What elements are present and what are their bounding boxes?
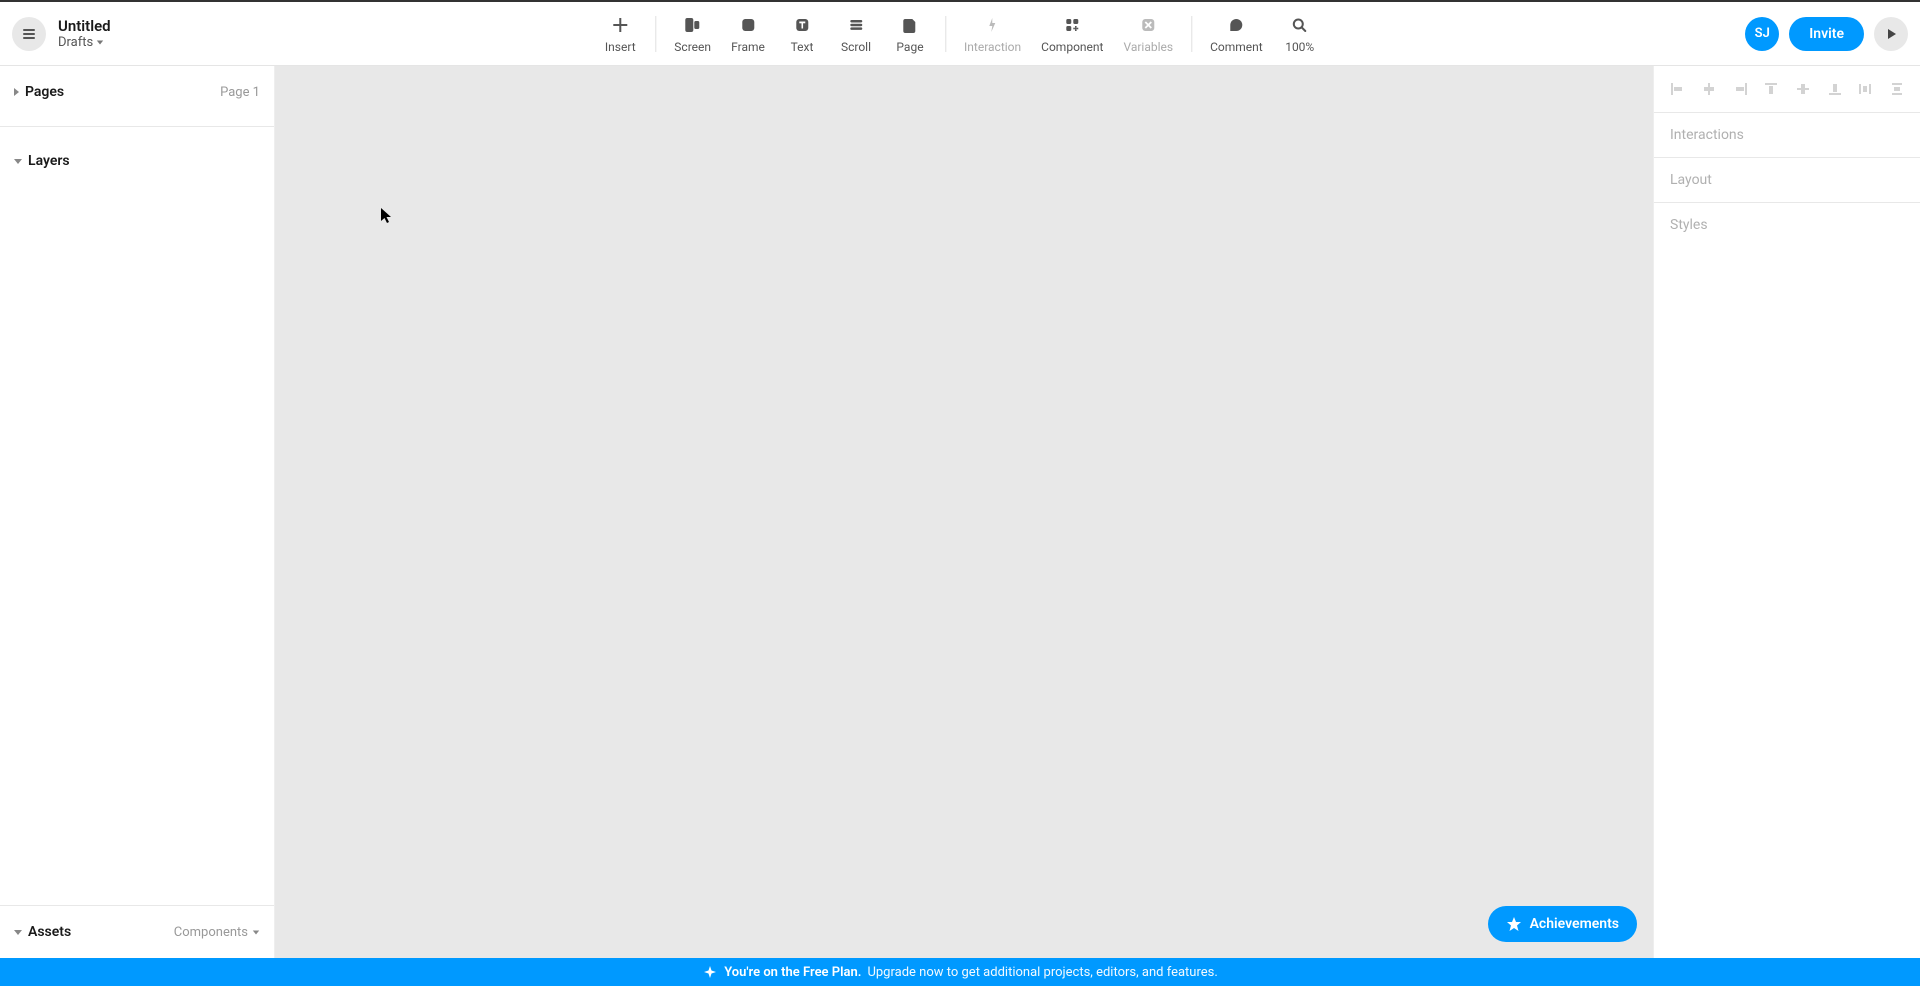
styles-section[interactable]: Styles — [1654, 203, 1920, 247]
divider — [655, 16, 656, 52]
search-icon — [1292, 17, 1308, 33]
page-label: Page — [896, 40, 923, 54]
variables-tool[interactable]: Variables — [1113, 14, 1183, 54]
layout-section[interactable]: Layout — [1654, 158, 1920, 203]
align-v-center-button[interactable] — [1794, 80, 1812, 98]
cursor-icon — [380, 207, 394, 225]
interaction-label: Interaction — [964, 40, 1021, 54]
interactions-section[interactable]: Interactions — [1654, 113, 1920, 158]
insert-tool[interactable]: Insert — [593, 14, 647, 54]
screen-icon — [684, 16, 702, 34]
distribute-v-icon — [1889, 81, 1905, 97]
chevron-right-icon — [14, 88, 19, 96]
align-top-icon — [1763, 81, 1779, 97]
comment-icon — [1228, 17, 1244, 33]
page-tool[interactable]: Page — [883, 14, 937, 54]
frame-label: Frame — [731, 40, 765, 54]
component-label: Component — [1041, 40, 1103, 54]
component-icon — [1064, 17, 1080, 33]
location-dropdown[interactable]: Drafts — [58, 35, 111, 50]
menu-button[interactable] — [12, 17, 46, 51]
banner-bold-text: You're on the Free Plan. — [724, 965, 861, 980]
zoom-label: 100% — [1285, 40, 1314, 54]
text-label: Text — [791, 40, 814, 54]
zoom-tool[interactable]: 100% — [1273, 14, 1327, 54]
assets-dropdown-label: Components — [174, 925, 248, 940]
align-right-icon — [1733, 81, 1749, 97]
main-toolbar: Untitled Drafts Insert — [0, 2, 1920, 66]
screen-tool[interactable]: Screen — [664, 14, 721, 54]
banner-text: Upgrade now to get additional projects, … — [867, 965, 1217, 980]
scroll-tool[interactable]: Scroll — [829, 14, 883, 54]
user-avatar[interactable]: SJ — [1745, 17, 1779, 51]
align-h-center-icon — [1701, 81, 1717, 97]
current-page: Page 1 — [220, 85, 260, 100]
scroll-label: Scroll — [841, 40, 871, 54]
upgrade-banner[interactable]: You're on the Free Plan. Upgrade now to … — [0, 958, 1920, 986]
invite-button[interactable]: Invite — [1789, 17, 1864, 51]
layers-title: Layers — [28, 153, 70, 169]
align-top-button[interactable] — [1762, 80, 1780, 98]
hamburger-icon — [21, 26, 37, 42]
achievements-label: Achievements — [1530, 916, 1619, 932]
comment-tool[interactable]: Comment — [1200, 14, 1273, 54]
variables-label: Variables — [1123, 40, 1173, 54]
chevron-down-icon — [97, 41, 103, 45]
frame-icon — [740, 17, 756, 33]
variables-icon — [1140, 17, 1156, 33]
assets-dropdown[interactable]: Components — [174, 925, 260, 940]
align-bottom-icon — [1827, 81, 1843, 97]
star-icon — [1506, 916, 1522, 932]
assets-title: Assets — [28, 924, 71, 940]
align-bottom-button[interactable] — [1826, 80, 1844, 98]
sparkle-icon — [702, 964, 718, 980]
align-v-center-icon — [1795, 81, 1811, 97]
page-icon — [902, 17, 918, 33]
pages-title: Pages — [25, 84, 64, 100]
play-icon — [1884, 27, 1898, 41]
comment-label: Comment — [1210, 40, 1263, 54]
text-tool[interactable]: Text — [775, 14, 829, 54]
screen-label: Screen — [674, 40, 711, 54]
interaction-tool[interactable]: Interaction — [954, 14, 1031, 54]
chevron-down-icon — [253, 930, 259, 934]
right-panel: Interactions Layout Styles — [1653, 66, 1920, 958]
divider — [945, 16, 946, 52]
align-left-button[interactable] — [1668, 80, 1686, 98]
frame-tool[interactable]: Frame — [721, 14, 775, 54]
assets-header[interactable]: Assets Components — [10, 918, 264, 946]
achievements-button[interactable]: Achievements — [1488, 906, 1637, 942]
scroll-icon — [848, 17, 864, 33]
align-h-center-button[interactable] — [1700, 80, 1718, 98]
canvas[interactable]: Achievements — [275, 66, 1653, 958]
align-left-icon — [1669, 81, 1685, 97]
align-right-button[interactable] — [1732, 80, 1750, 98]
layers-header[interactable]: Layers — [10, 147, 264, 175]
distribute-h-button[interactable] — [1856, 80, 1874, 98]
chevron-down-icon — [14, 930, 22, 935]
left-panel: Pages Page 1 Layers Assets Compon — [0, 66, 275, 958]
document-title[interactable]: Untitled — [58, 17, 111, 35]
component-tool[interactable]: Component — [1031, 14, 1113, 54]
location-label: Drafts — [58, 35, 93, 50]
distribute-h-icon — [1857, 81, 1873, 97]
chevron-down-icon — [14, 159, 22, 164]
insert-label: Insert — [605, 40, 636, 54]
divider — [1191, 16, 1192, 52]
interaction-icon — [985, 17, 1001, 33]
plus-icon — [611, 16, 629, 34]
distribute-v-button[interactable] — [1888, 80, 1906, 98]
play-button[interactable] — [1874, 17, 1908, 51]
pages-header[interactable]: Pages Page 1 — [10, 78, 264, 106]
text-icon — [794, 17, 810, 33]
